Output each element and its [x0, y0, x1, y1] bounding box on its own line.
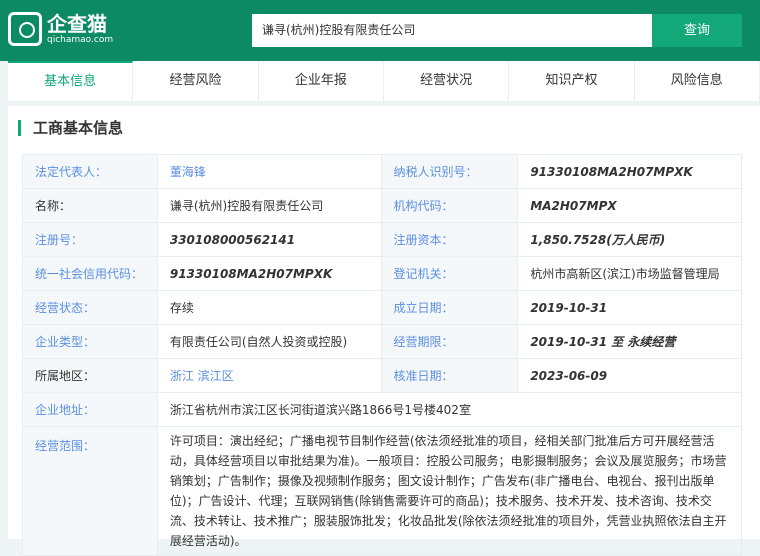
field-value: 谦寻(杭州)控股有限责任公司: [156, 188, 382, 223]
legal-rep-link[interactable]: 董海锋: [156, 154, 382, 189]
field-value: 2019-10-31 至 永续经营: [517, 324, 742, 359]
field-value: 2019-10-31: [517, 290, 742, 325]
tab-bar: 基本信息 经营风险 企业年报 经营状况 知识产权 风险信息: [8, 61, 760, 101]
field-label: 经营范围：: [22, 426, 158, 556]
field-value: 330108000562141: [156, 222, 382, 257]
field-value: 91330108MA2H07MPXK: [517, 154, 742, 189]
field-label: 企业类型：: [22, 324, 158, 359]
field-value: 有限责任公司(自然人投资或控股): [156, 324, 382, 359]
field-label: 所属地区：: [22, 358, 158, 393]
field-value: 2023-06-09: [517, 358, 742, 393]
field-value: 存续: [156, 290, 382, 325]
field-label: 注册资本：: [380, 222, 519, 257]
field-label: 企业地址：: [22, 392, 158, 427]
table-row: 企业地址： 浙江省杭州市滨江区长河街道滨兴路1866号1号楼402室: [22, 392, 743, 427]
logo[interactable]: 企查猫 qichamao.com: [8, 12, 113, 46]
cat-logo-icon: [8, 12, 42, 46]
field-label: 经营状态：: [22, 290, 158, 325]
table-row: 所属地区： 浙江 滨江区 核准日期： 2023-06-09: [22, 358, 742, 393]
table-row: 统一社会信用代码： 91330108MA2H07MPXK 登记机关： 杭州市高新…: [22, 256, 742, 291]
field-label: 名称：: [22, 188, 158, 223]
logo-domain: qichamao.com: [47, 35, 114, 45]
table-row: 企业类型： 有限责任公司(自然人投资或控股) 经营期限： 2019-10-31 …: [22, 324, 742, 359]
field-label: 机构代码：: [380, 188, 519, 223]
info-table: 法定代表人： 董海锋 纳税人识别号： 91330108MA2H07MPXK 名称…: [22, 154, 743, 556]
tab-annual-report[interactable]: 企业年报: [259, 61, 384, 101]
table-row: 经营范围： 许可项目：演出经纪；广播电视节目制作经营(依法须经批准的项目，经相关…: [22, 426, 743, 556]
region-link[interactable]: 浙江 滨江区: [156, 358, 382, 393]
tab-business-risk[interactable]: 经营风险: [133, 61, 259, 101]
field-label: 注册号：: [22, 222, 158, 257]
logo-text: 企查猫: [47, 12, 107, 36]
field-label: 成立日期：: [380, 290, 519, 325]
table-row: 名称： 谦寻(杭州)控股有限责任公司 机构代码： MA2H07MPX: [22, 188, 742, 223]
address-value: 浙江省杭州市滨江区长河街道滨兴路1866号1号楼402室: [156, 392, 743, 427]
basic-info-card: 工商基本信息 法定代表人： 董海锋 纳税人识别号： 91330108MA2H07…: [8, 106, 760, 556]
table-row: 经营状态： 存续 成立日期： 2019-10-31: [22, 290, 742, 325]
field-label: 法定代表人：: [22, 154, 158, 189]
search-button[interactable]: 查询: [652, 14, 742, 47]
field-label: 登记机关：: [380, 256, 519, 291]
section-title: 工商基本信息: [18, 120, 123, 136]
field-label: 经营期限：: [380, 324, 519, 359]
field-value: 91330108MA2H07MPXK: [156, 256, 382, 291]
search-input[interactable]: 谦寻(杭州)控股有限责任公司: [252, 14, 652, 47]
field-value: 杭州市高新区(滨江)市场监督管理局: [517, 256, 742, 291]
table-row: 注册号： 330108000562141 注册资本： 1,850.7528(万人…: [22, 222, 742, 257]
field-label: 统一社会信用代码：: [22, 256, 158, 291]
field-label: 核准日期：: [380, 358, 519, 393]
business-scope-value: 许可项目：演出经纪；广播电视节目制作经营(依法须经批准的项目，经相关部门批准后方…: [156, 426, 743, 556]
tab-ip[interactable]: 知识产权: [509, 61, 635, 101]
tab-basic-info[interactable]: 基本信息: [8, 61, 134, 101]
field-value: 1,850.7528(万人民币): [517, 222, 742, 257]
header: 企查猫 qichamao.com 谦寻(杭州)控股有限责任公司 查询: [0, 0, 760, 61]
tab-risk-info[interactable]: 风险信息: [635, 61, 760, 101]
tab-business-status[interactable]: 经营状况: [384, 61, 510, 101]
field-value: MA2H07MPX: [517, 188, 742, 223]
field-label: 纳税人识别号：: [380, 154, 519, 189]
table-row: 法定代表人： 董海锋 纳税人识别号： 91330108MA2H07MPXK: [22, 154, 742, 189]
